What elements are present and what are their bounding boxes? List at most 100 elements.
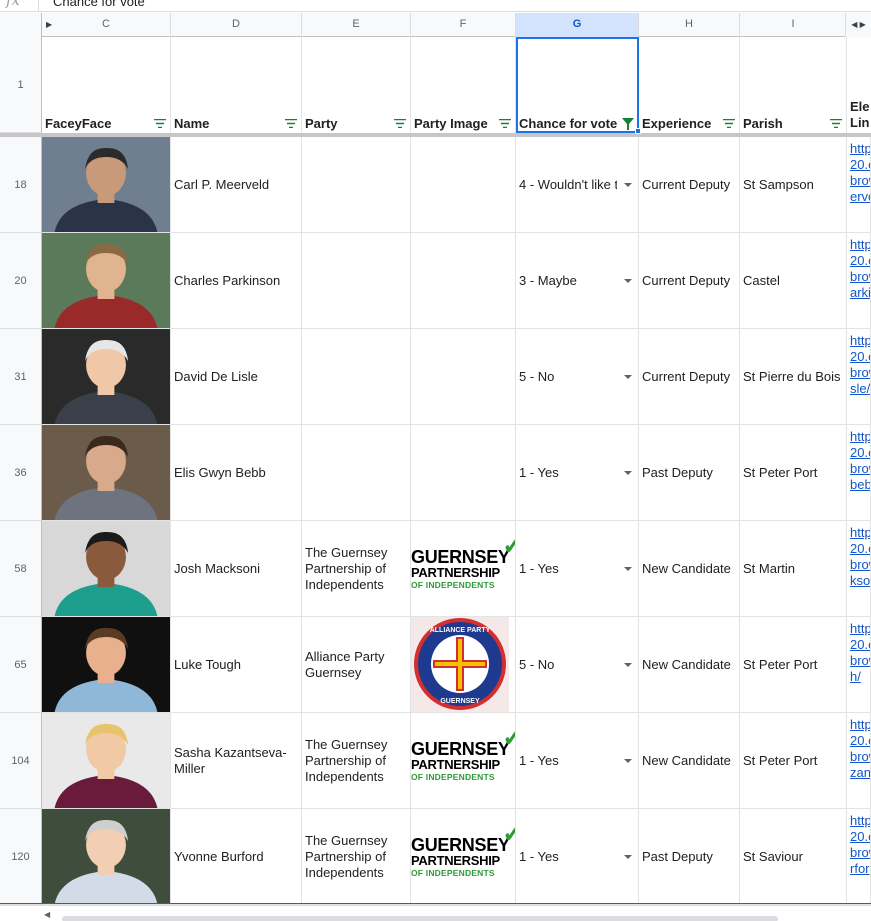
filter-icon[interactable] [723, 119, 735, 128]
link-text[interactable]: http 20.c brow beb [847, 425, 870, 493]
election-link[interactable]: http 20.c brow zan [847, 713, 871, 809]
parish-cell[interactable]: St Peter Port [740, 713, 847, 809]
chevron-down-icon[interactable] [624, 758, 632, 763]
candidate-photo[interactable] [42, 617, 171, 713]
row-header[interactable]: 120 [0, 809, 42, 905]
filter-icon[interactable] [830, 119, 842, 128]
election-link[interactable]: http 20.c brow sle/ [847, 329, 871, 425]
experience-cell[interactable]: New Candidate [639, 713, 740, 809]
candidate-photo[interactable] [42, 521, 171, 617]
row-header[interactable]: 36 [0, 425, 42, 521]
party-cell[interactable]: The Guernsey Partnership of Independents [302, 809, 411, 905]
expand-left-icon[interactable]: ▶ [46, 13, 52, 36]
name-cell[interactable]: Elis Gwyn Bebb [171, 425, 302, 521]
experience-cell[interactable]: New Candidate [639, 617, 740, 713]
parish-cell[interactable]: St Peter Port [740, 425, 847, 521]
name-cell[interactable]: Carl P. Meerveld [171, 137, 302, 233]
scroll-left-icon[interactable]: ◀ [44, 910, 50, 919]
selection-handle[interactable] [635, 128, 641, 134]
party-image-cell[interactable]: ALLIANCE PARTY GUERNSEY [411, 617, 516, 713]
chance-dropdown[interactable]: 4 - Wouldn't like to [516, 137, 639, 233]
link-text[interactable]: http 20.c brow erve [847, 137, 870, 205]
candidate-photo[interactable] [42, 713, 171, 809]
filter-icon[interactable] [499, 119, 511, 128]
row-header[interactable]: 18 [0, 137, 42, 233]
column-header-h[interactable]: H [639, 13, 740, 37]
row-header[interactable]: 58 [0, 521, 42, 617]
experience-cell[interactable]: New Candidate [639, 521, 740, 617]
chevron-down-icon[interactable] [624, 182, 632, 187]
party-cell[interactable]: Alliance Party Guernsey [302, 617, 411, 713]
chevron-down-icon[interactable] [624, 278, 632, 283]
candidate-photo[interactable] [42, 329, 171, 425]
candidate-photo[interactable] [42, 233, 171, 329]
parish-cell[interactable]: St Sampson [740, 137, 847, 233]
party-image-cell[interactable]: GUERNSEY✓PARTNERSHIPOF INDEPENDENTS [411, 809, 516, 905]
column-scroll-arrows[interactable]: ◀ ▶ [845, 13, 871, 37]
link-text[interactable]: http 20.c brow arki [847, 233, 870, 301]
link-text[interactable]: http 20.c brow sle/ [847, 329, 870, 397]
row-header-1[interactable]: 1 [0, 37, 42, 133]
formula-bar[interactable]: fx Chance for vote [0, 0, 871, 12]
chance-dropdown[interactable]: 5 - No [516, 617, 639, 713]
column-header-c[interactable]: ▶ C [42, 13, 171, 37]
party-cell[interactable]: The Guernsey Partnership of Independents [302, 713, 411, 809]
row-header[interactable]: 65 [0, 617, 42, 713]
scrollbar-thumb[interactable] [62, 916, 778, 921]
chance-dropdown[interactable]: 1 - Yes [516, 713, 639, 809]
filter-icon[interactable] [394, 119, 406, 128]
parish-cell[interactable]: St Saviour [740, 809, 847, 905]
horizontal-scrollbar[interactable]: ◀ [0, 905, 871, 921]
party-image-cell[interactable] [411, 425, 516, 521]
filter-active-icon[interactable] [622, 118, 634, 130]
name-cell[interactable]: David De Lisle [171, 329, 302, 425]
party-cell[interactable] [302, 233, 411, 329]
party-cell[interactable] [302, 329, 411, 425]
election-link[interactable]: http 20.c brow beb [847, 425, 871, 521]
column-header-i[interactable]: I [740, 13, 847, 37]
chevron-down-icon[interactable] [624, 374, 632, 379]
experience-cell[interactable]: Current Deputy [639, 329, 740, 425]
candidate-photo[interactable] [42, 809, 171, 905]
link-text[interactable]: http 20.c brow zan [847, 713, 870, 781]
party-cell[interactable]: The Guernsey Partnership of Independents [302, 521, 411, 617]
chance-dropdown[interactable]: 1 - Yes [516, 521, 639, 617]
link-text[interactable]: http 20.c brow kso [847, 521, 870, 589]
link-text[interactable]: http 20.c brow h/ [847, 617, 870, 685]
party-image-cell[interactable]: GUERNSEY✓PARTNERSHIPOF INDEPENDENTS [411, 521, 516, 617]
chance-dropdown[interactable]: 5 - No [516, 329, 639, 425]
election-link[interactable]: http 20.c brow h/ [847, 617, 871, 713]
election-link[interactable]: http 20.c brow arki [847, 233, 871, 329]
chance-dropdown[interactable]: 1 - Yes [516, 425, 639, 521]
chance-dropdown[interactable]: 3 - Maybe [516, 233, 639, 329]
header-cell-parish[interactable]: Parish [740, 37, 847, 133]
header-cell-election-link[interactable]: Ele Lin [847, 37, 871, 133]
row-header[interactable]: 31 [0, 329, 42, 425]
name-cell[interactable]: Yvonne Burford [171, 809, 302, 905]
parish-cell[interactable]: St Pierre du Bois [740, 329, 847, 425]
formula-input[interactable]: Chance for vote [53, 0, 145, 9]
header-cell-experience[interactable]: Experience [639, 37, 740, 133]
column-header-e[interactable]: E [302, 13, 411, 37]
header-cell-chance-for-vote[interactable]: Chance for vote [516, 37, 639, 133]
experience-cell[interactable]: Current Deputy [639, 233, 740, 329]
chevron-down-icon[interactable] [624, 854, 632, 859]
chance-dropdown[interactable]: 1 - Yes [516, 809, 639, 905]
column-header-d[interactable]: D [171, 13, 302, 37]
election-link[interactable]: http 20.c brow erve [847, 137, 871, 233]
link-text[interactable]: http 20.c brow rfor [847, 809, 870, 877]
experience-cell[interactable]: Current Deputy [639, 137, 740, 233]
candidate-photo[interactable] [42, 425, 171, 521]
header-cell-faceyface[interactable]: FaceyFace [42, 37, 171, 133]
party-image-cell[interactable] [411, 329, 516, 425]
party-image-cell[interactable] [411, 233, 516, 329]
parish-cell[interactable]: St Peter Port [740, 617, 847, 713]
party-cell[interactable] [302, 425, 411, 521]
header-cell-party-image[interactable]: Party Image [411, 37, 516, 133]
name-cell[interactable]: Sasha Kazantseva-Miller [171, 713, 302, 809]
party-image-cell[interactable]: GUERNSEY✓PARTNERSHIPOF INDEPENDENTS [411, 713, 516, 809]
candidate-photo[interactable] [42, 137, 171, 233]
name-cell[interactable]: Charles Parkinson [171, 233, 302, 329]
parish-cell[interactable]: St Martin [740, 521, 847, 617]
header-cell-name[interactable]: Name [171, 37, 302, 133]
